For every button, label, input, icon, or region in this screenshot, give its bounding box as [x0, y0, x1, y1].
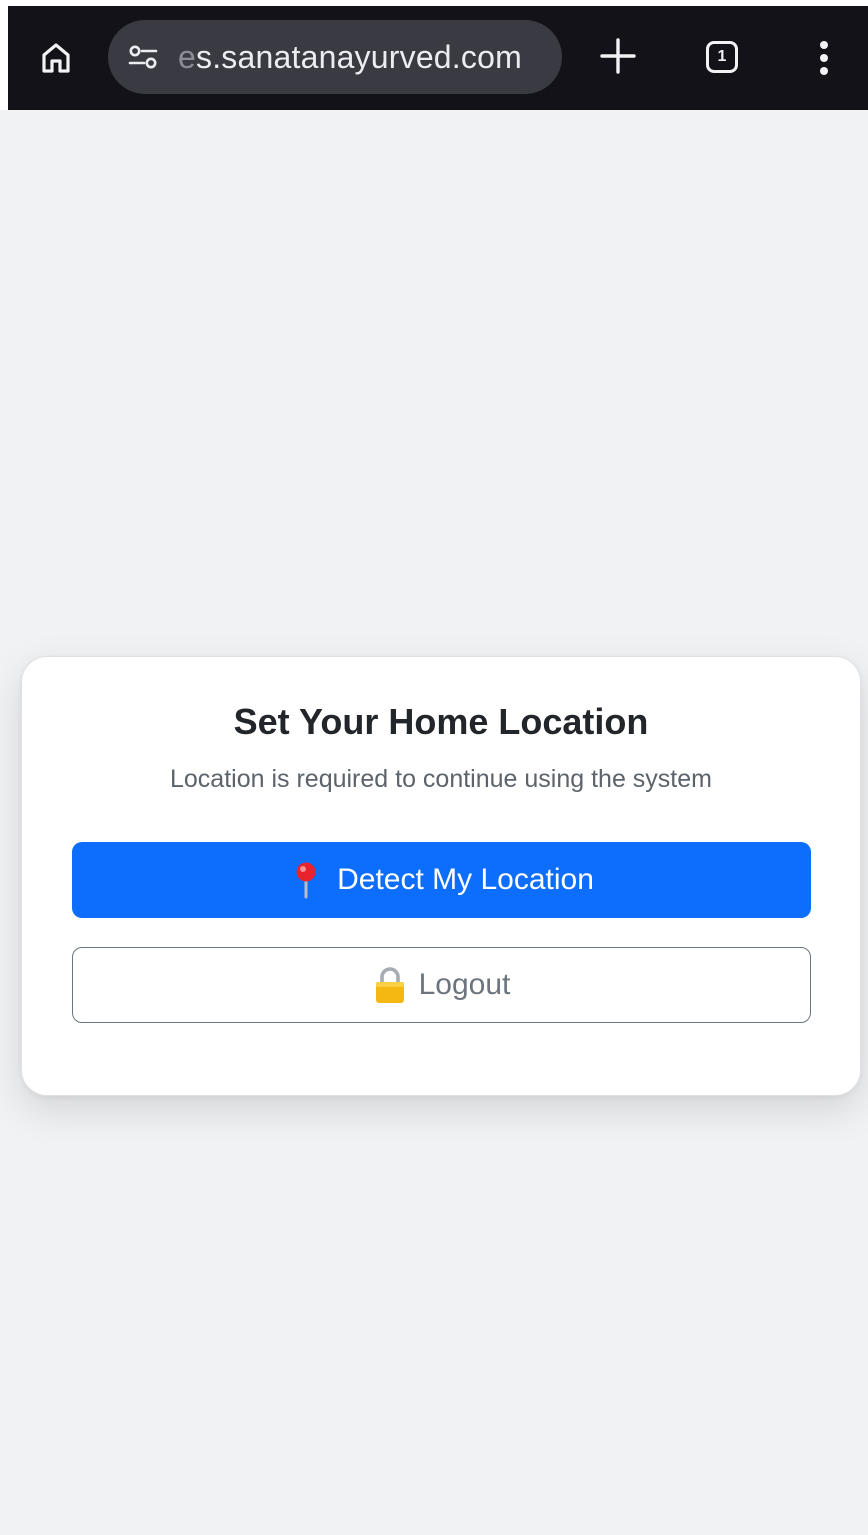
- url-domain: s.sanatanayurved.com: [196, 39, 522, 75]
- map-pin-icon: [289, 860, 323, 900]
- new-tab-button[interactable]: [594, 32, 642, 80]
- browser-menu-button[interactable]: [800, 34, 848, 82]
- home-icon: [42, 43, 70, 73]
- address-bar[interactable]: es.sanatanayurved.com: [108, 20, 562, 94]
- browser-window: es.sanatanayurved.com 1 Set Your Home Lo…: [0, 0, 868, 1535]
- location-modal: Set Your Home Location Location is requi…: [21, 656, 861, 1096]
- url-text: es.sanatanayurved.com: [178, 38, 550, 76]
- status-strip: [0, 0, 868, 6]
- logout-label: Logout: [418, 968, 511, 1001]
- site-settings-button[interactable]: [126, 42, 160, 72]
- detect-location-label: Detect My Location: [337, 863, 594, 896]
- modal-subtitle: Location is required to continue using t…: [170, 765, 712, 793]
- detect-location-button[interactable]: Detect My Location: [72, 842, 811, 918]
- window-edge: [0, 0, 8, 110]
- url-faded-prefix: e: [178, 39, 196, 75]
- more-vert-icon: [820, 41, 828, 75]
- tab-count: 1: [717, 48, 727, 65]
- home-button[interactable]: [36, 38, 76, 78]
- lock-icon: [373, 965, 407, 1005]
- modal-title: Set Your Home Location: [233, 701, 649, 742]
- tab-switcher-button[interactable]: 1: [698, 33, 746, 81]
- plus-icon: [600, 38, 636, 74]
- logout-button[interactable]: Logout: [72, 947, 811, 1023]
- site-settings-icon: [128, 45, 158, 69]
- browser-toolbar: es.sanatanayurved.com 1: [0, 0, 868, 110]
- tab-switcher-icon: 1: [706, 41, 738, 73]
